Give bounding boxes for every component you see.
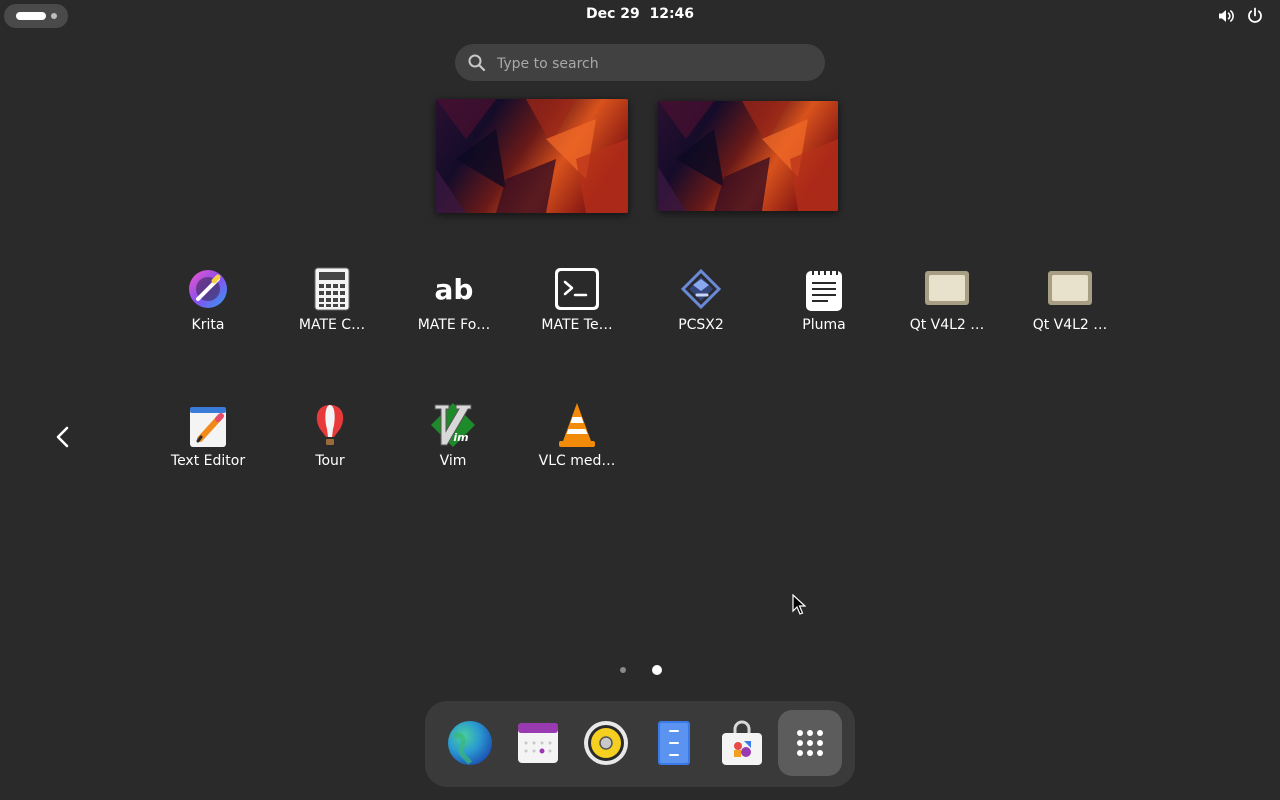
app-pcsx2[interactable]: PCSX2: [646, 255, 756, 365]
app-label: MATE Fo…: [417, 317, 491, 333]
font-viewer-icon: ab: [435, 273, 474, 306]
pcsx2-icon: [680, 268, 722, 310]
app-krita[interactable]: Krita: [153, 255, 263, 365]
app-label: MATE Te…: [541, 317, 613, 333]
power-icon[interactable]: [1245, 6, 1265, 26]
app-label: Qt V4L2 …: [1032, 317, 1108, 333]
vim-icon: im: [431, 403, 475, 447]
text-editor-icon: [190, 407, 226, 447]
calculator-icon: [314, 267, 350, 311]
app-label: Krita: [191, 317, 225, 333]
app-label: PCSX2: [678, 317, 724, 333]
search-input[interactable]: [495, 52, 809, 76]
krita-icon: [189, 270, 227, 308]
search-bar[interactable]: [455, 44, 825, 81]
workspace-indicator: [51, 13, 57, 19]
dash: [425, 701, 855, 787]
workspace-thumbnail-1[interactable]: [436, 99, 628, 213]
app-pluma[interactable]: Pluma: [769, 255, 879, 365]
globe-icon: [448, 721, 492, 765]
file-cabinet-icon: [658, 721, 690, 765]
bag-icon: [722, 720, 762, 765]
vlc-cone-icon: [559, 403, 595, 447]
dock-calendar[interactable]: [506, 710, 570, 776]
app-qt-v4l2-1[interactable]: Qt V4L2 …: [892, 255, 1002, 365]
search-icon: [468, 54, 486, 72]
show-apps-button[interactable]: [778, 710, 842, 776]
app-mate-font-viewer[interactable]: ab MATE Fo…: [399, 255, 509, 365]
page-dot-1[interactable]: [620, 667, 626, 673]
workspace-indicator-active: [16, 12, 46, 20]
app-vlc[interactable]: VLC med…: [522, 391, 632, 501]
terminal-icon: [555, 268, 599, 310]
activities-button[interactable]: [4, 4, 68, 28]
dock-browser[interactable]: [438, 710, 502, 776]
top-bar: Dec 29 12:46: [0, 0, 1280, 32]
svg-text:ab: ab: [435, 273, 474, 306]
pluma-icon: [806, 269, 842, 311]
dock-files[interactable]: [642, 710, 706, 776]
speaker-icon: [584, 721, 628, 765]
clock[interactable]: Dec 29 12:46: [540, 6, 740, 26]
previous-page-button[interactable]: [42, 416, 84, 458]
mouse-cursor-icon: [792, 594, 806, 615]
app-label: Tour: [315, 453, 345, 469]
webcam-icon: [1048, 271, 1092, 305]
svg-text:im: im: [453, 431, 468, 444]
workspace-thumbnail-2[interactable]: [658, 101, 838, 211]
app-label: VLC med…: [538, 453, 616, 469]
balloon-icon: [316, 405, 344, 445]
app-label: Vim: [439, 453, 467, 469]
app-tour[interactable]: Tour: [275, 391, 385, 501]
app-text-editor[interactable]: Text Editor: [153, 391, 263, 501]
volume-icon[interactable]: [1216, 6, 1236, 26]
dock-software[interactable]: [710, 710, 774, 776]
app-label: Pluma: [802, 317, 846, 333]
calendar-icon: [518, 723, 558, 763]
app-qt-v4l2-2[interactable]: Qt V4L2 …: [1015, 255, 1125, 365]
app-grid-icon: [797, 730, 823, 756]
webcam-icon: [925, 271, 969, 305]
app-label: Text Editor: [170, 453, 246, 469]
chevron-left-icon: [56, 426, 69, 448]
app-vim[interactable]: im Vim: [398, 391, 508, 501]
app-label: MATE C…: [298, 317, 366, 333]
dock-music[interactable]: [574, 710, 638, 776]
app-mate-terminal[interactable]: MATE Te…: [522, 255, 632, 365]
page-indicator: [610, 660, 670, 680]
page-dot-2-active[interactable]: [652, 665, 662, 675]
app-label: Qt V4L2 …: [909, 317, 985, 333]
app-mate-calculator[interactable]: MATE C…: [277, 255, 387, 365]
